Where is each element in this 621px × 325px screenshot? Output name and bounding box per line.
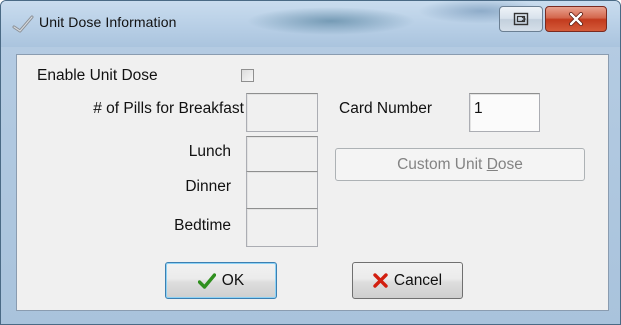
window-title: Unit Dose Information [39, 14, 177, 30]
checkmark-app-icon [12, 15, 34, 33]
dinner-label: Dinner [185, 178, 231, 195]
checkmark-icon [197, 272, 216, 289]
cancel-button[interactable]: Cancel [352, 262, 463, 299]
custom-unit-dose-label: Custom Unit Dose [397, 155, 523, 173]
bedtime-pills-input[interactable] [246, 208, 318, 247]
close-icon [569, 12, 583, 26]
ok-label: OK [221, 271, 245, 289]
title-bar[interactable]: Unit Dose Information [1, 1, 620, 47]
enable-unit-dose-checkbox[interactable] [241, 69, 254, 82]
close-button[interactable] [545, 6, 607, 32]
ok-button[interactable]: OK [165, 262, 277, 299]
custom-unit-dose-button[interactable]: Custom Unit Dose [335, 148, 585, 181]
cancel-label: Cancel [393, 271, 443, 289]
dialog-window: Unit Dose Information Enable Unit Dose #… [0, 0, 621, 325]
dinner-pills-input[interactable] [246, 171, 318, 209]
bedtime-label: Bedtime [174, 217, 231, 234]
dialog-content: Enable Unit Dose # of Pills for Breakfas… [16, 54, 609, 311]
lunch-label: Lunch [188, 143, 231, 160]
breakfast-pills-input[interactable] [246, 93, 318, 132]
lunch-pills-input[interactable] [246, 136, 318, 174]
card-number-label: Card Number [339, 100, 433, 117]
card-number-input[interactable]: 1 [469, 93, 540, 132]
enable-unit-dose-label: Enable Unit Dose [37, 67, 158, 84]
restore-icon [513, 12, 529, 26]
x-icon [373, 273, 388, 288]
restore-button[interactable] [499, 6, 543, 32]
breakfast-label: # of Pills for Breakfast [93, 100, 244, 117]
